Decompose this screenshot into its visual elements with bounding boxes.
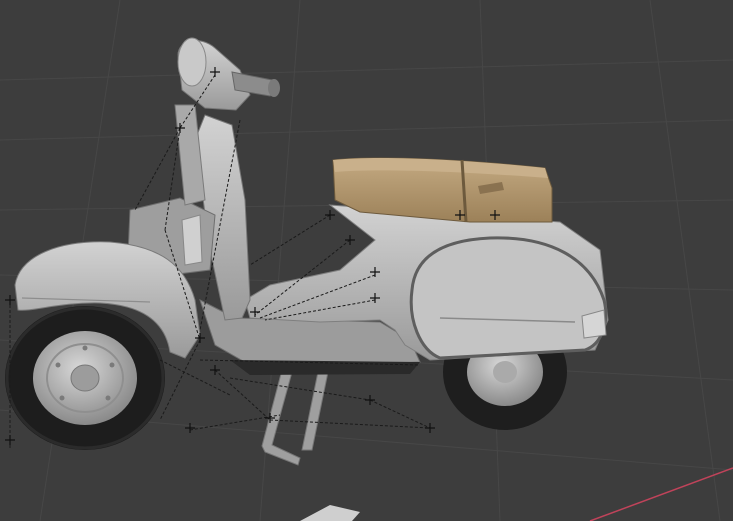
handlebar xyxy=(177,37,280,111)
seat xyxy=(332,157,553,223)
3d-viewport[interactable] xyxy=(0,0,733,521)
partial-object xyxy=(300,505,360,521)
front-wheel xyxy=(5,306,165,450)
x-axis-line xyxy=(589,467,733,521)
viewport-canvas[interactable] xyxy=(0,0,733,521)
